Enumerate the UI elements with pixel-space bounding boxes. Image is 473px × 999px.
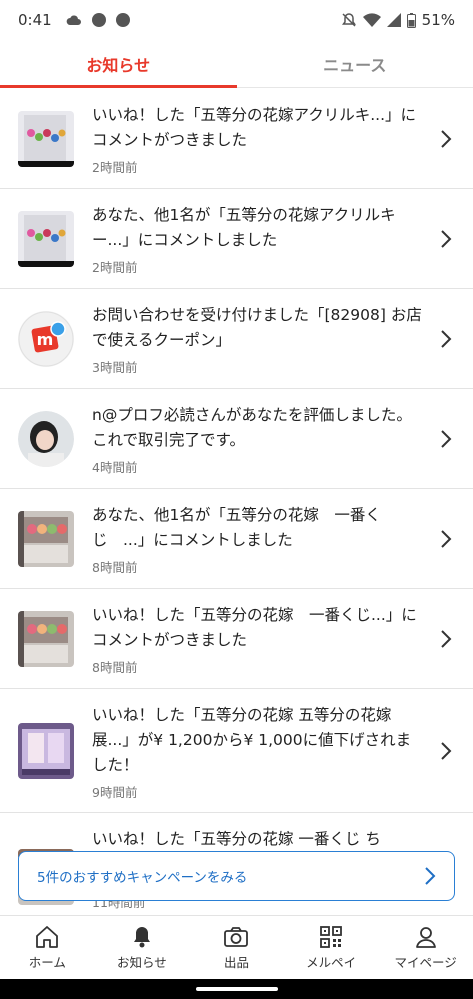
notification-time: 9時間前 <box>92 785 138 800</box>
product-thumbnail <box>18 111 74 167</box>
notification-icons <box>66 13 130 27</box>
notification-message: いいね！した「五等分の花嫁 一番くじ...」にコメントがつきました <box>92 606 417 649</box>
chevron-right-icon <box>441 742 452 760</box>
tab-notifications[interactable]: お知らせ <box>0 40 237 88</box>
nav-sell[interactable]: 出品 <box>189 916 284 979</box>
nav-notifications[interactable]: お知らせ <box>95 916 190 979</box>
nav-mypage-label: マイページ <box>394 954 457 970</box>
app-notification-icon <box>91 13 106 27</box>
product-thumbnail <box>18 211 74 267</box>
bell-icon <box>133 926 150 947</box>
notification-message: あなた、他1名が「五等分の花嫁 一番くじ ...」にコメントしました <box>92 506 381 549</box>
mercari-logo: m <box>18 311 74 367</box>
nav-home-label: ホーム <box>28 954 66 970</box>
list-item[interactable]: n@プロフ必読さんがあなたを評価しました。これで取引完了です。 4時間前 <box>0 389 473 489</box>
nav-mypage[interactable]: マイページ <box>378 916 473 979</box>
product-thumbnail <box>18 511 74 567</box>
qr-code-icon <box>320 925 342 948</box>
nav-home[interactable]: ホーム <box>0 916 95 979</box>
cloud-icon <box>66 15 81 25</box>
status-bar: 0:41 51% <box>0 0 473 40</box>
notification-tabs: お知らせ ニュース <box>0 40 473 88</box>
mute-icon <box>341 13 356 27</box>
nav-notifications-label: お知らせ <box>117 954 167 970</box>
chevron-right-icon <box>441 330 452 348</box>
notification-time: 3時間前 <box>92 360 138 375</box>
product-thumbnail <box>18 611 74 667</box>
notification-time: 2時間前 <box>92 260 138 275</box>
list-item[interactable]: あなた、他1名が「五等分の花嫁 一番くじ ...」にコメントしました 8時間前 <box>0 489 473 589</box>
nav-merpay[interactable]: メルペイ <box>284 916 379 979</box>
list-item[interactable]: m お問い合わせを受け付けました「[82908] お店で使えるクーポン」 3時間… <box>0 289 473 389</box>
chevron-right-icon <box>441 430 452 448</box>
status-time: 0:41 <box>18 11 52 29</box>
tab-news[interactable]: ニュース <box>237 40 473 87</box>
chevron-right-icon <box>441 130 452 148</box>
bottom-navigation: ホーム お知らせ 出品 メルペイ マイページ <box>0 915 473 979</box>
battery-percent: 51% <box>421 11 455 29</box>
list-item[interactable]: いいね！した「五等分の花嫁 五等分の花嫁展...」が¥ 1,200から¥ 1,0… <box>0 689 473 813</box>
notification-time: 8時間前 <box>92 660 138 675</box>
chevron-right-icon <box>425 867 436 885</box>
product-thumbnail <box>18 723 74 779</box>
campaign-banner[interactable]: 5件のおすすめキャンペーンをみる <box>18 851 455 901</box>
gesture-bar <box>0 979 473 999</box>
list-item[interactable]: いいね！した「五等分の花嫁アクリルキ...」にコメントがつきました 2時間前 <box>0 89 473 189</box>
notification-message: あなた、他1名が「五等分の花嫁アクリルキー...」にコメントしました <box>92 206 396 249</box>
svg-text:m: m <box>37 330 54 349</box>
system-indicators: 51% <box>341 11 455 29</box>
list-item[interactable]: いいね！した「五等分の花嫁 一番くじ...」にコメントがつきました 8時間前 <box>0 589 473 689</box>
notification-message: n@プロフ必読さんがあなたを評価しました。これで取引完了です。 <box>92 406 412 449</box>
notification-time: 4時間前 <box>92 460 138 475</box>
notification-message: いいね！した「五等分の花嫁 一番くじ ち <box>92 830 381 848</box>
user-avatar <box>18 411 74 467</box>
person-icon <box>415 926 436 948</box>
campaign-banner-label: 5件のおすすめキャンペーンをみる <box>37 870 248 886</box>
signal-icon <box>386 13 401 27</box>
notification-time: 8時間前 <box>92 560 138 575</box>
chevron-right-icon <box>441 530 452 548</box>
notification-message: いいね！した「五等分の花嫁アクリルキ...」にコメントがつきました <box>92 106 417 149</box>
notification-time: 2時間前 <box>92 160 138 175</box>
list-item[interactable]: あなた、他1名が「五等分の花嫁アクリルキー...」にコメントしました 2時間前 <box>0 189 473 289</box>
basketball-icon <box>115 13 130 27</box>
home-gesture-handle[interactable] <box>196 987 278 991</box>
chevron-right-icon <box>441 230 452 248</box>
nav-merpay-label: メルペイ <box>306 954 357 970</box>
wifi-icon <box>362 13 381 27</box>
nav-sell-label: 出品 <box>223 954 249 970</box>
camera-icon <box>224 926 249 947</box>
notification-message: お問い合わせを受け付けました「[82908] お店で使えるクーポン」 <box>92 306 422 349</box>
battery-icon <box>406 12 416 28</box>
notification-list: いいね！した「五等分の花嫁アクリルキ...」にコメントがつきました 2時間前 あ… <box>0 89 473 913</box>
home-icon <box>36 925 59 948</box>
notification-message: いいね！した「五等分の花嫁 五等分の花嫁展...」が¥ 1,200から¥ 1,0… <box>92 706 412 774</box>
chevron-right-icon <box>441 630 452 648</box>
